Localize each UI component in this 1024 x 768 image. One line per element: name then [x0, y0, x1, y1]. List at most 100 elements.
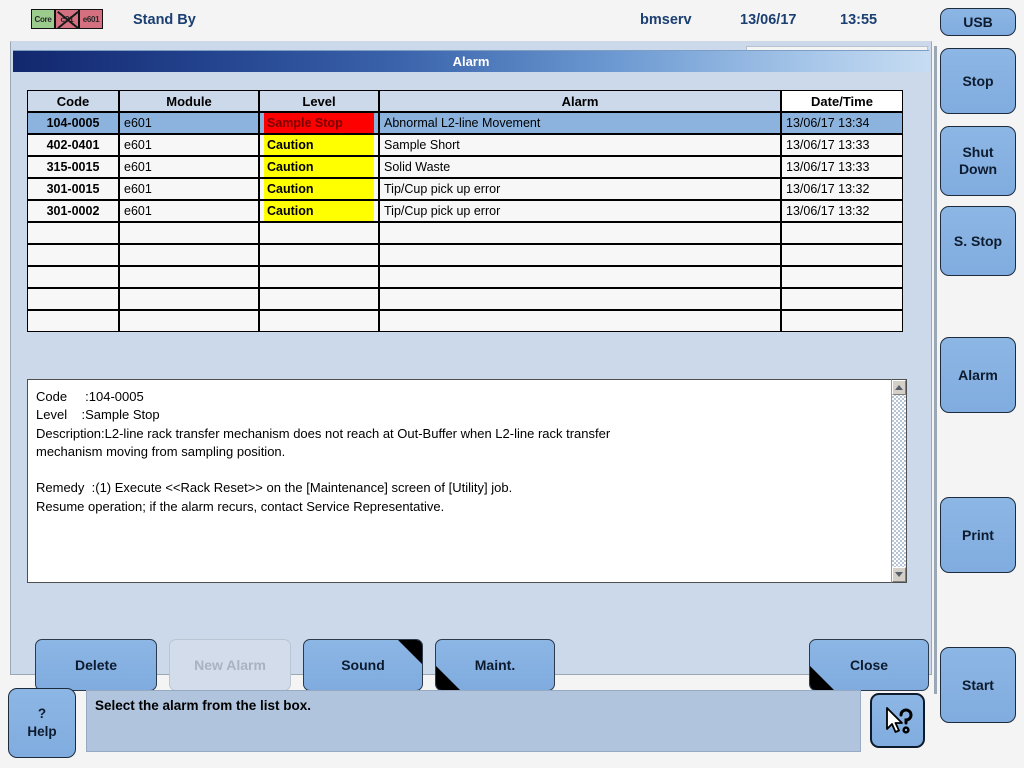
table-row[interactable]: [27, 222, 903, 244]
alarm-table-body: 104-0005 e601 Sample Stop Abnormal L2-line …: [27, 112, 903, 332]
description-text: Code :104-0005 Level :Sample Stop Descri…: [36, 389, 611, 514]
cell-code: [27, 310, 119, 332]
cell-datetime: [781, 288, 903, 310]
maintenance-button[interactable]: Maint.: [435, 639, 555, 691]
cell-code: 104-0005: [27, 112, 119, 134]
cell-datetime: 13/06/17 13:32: [781, 178, 903, 200]
sidebar-button-alarm[interactable]: Alarm: [940, 337, 1016, 413]
cell-alarm: Tip/Cup pick up error: [379, 178, 781, 200]
close-button[interactable]: Close: [809, 639, 929, 691]
level-badge: Caution: [264, 179, 374, 199]
sidebar-sstop-label: S. Stop: [953, 232, 1003, 249]
level-badge: Caution: [264, 201, 374, 221]
table-row[interactable]: 301-0015 e601 Caution Tip/Cup pick up error…: [27, 178, 903, 200]
cell-alarm: Solid Waste: [379, 156, 781, 178]
sidebar-button-print[interactable]: Print: [940, 497, 1016, 573]
status-message-box: Select the alarm from the list box.: [86, 690, 861, 752]
system-time: 13:55: [840, 12, 878, 28]
cell-code: [27, 244, 119, 266]
level-badge: Caution: [264, 135, 374, 155]
close-button-label: Close: [849, 657, 889, 673]
cell-level: Caution: [259, 134, 379, 156]
status-message-text: Select the alarm from the list box.: [95, 698, 312, 713]
column-header-module[interactable]: Module: [119, 90, 259, 112]
alarm-table-container[interactable]: Code Module Level Alarm Date/Time 104-00…: [27, 90, 903, 332]
cell-code: 301-0015: [27, 178, 119, 200]
sidebar-button-usb[interactable]: USB: [940, 8, 1016, 36]
description-textbox[interactable]: Code :104-0005 Level :Sample Stop Descri…: [27, 379, 903, 583]
cell-alarm: [379, 310, 781, 332]
cell-module: e601: [119, 178, 259, 200]
table-row[interactable]: 104-0005 e601 Sample Stop Abnormal L2-line …: [27, 112, 903, 134]
table-row[interactable]: [27, 266, 903, 288]
table-row[interactable]: 301-0002 e601 Caution Tip/Cup pick up error…: [27, 200, 903, 222]
maintenance-button-label: Maint.: [474, 657, 516, 673]
table-row[interactable]: [27, 310, 903, 332]
page-title: Alarm: [452, 54, 490, 69]
cell-module: e601: [119, 156, 259, 178]
table-row[interactable]: 315-0015 e601 Caution Solid Waste 13/06/17 1…: [27, 156, 903, 178]
cell-datetime: [781, 222, 903, 244]
level-badge: [264, 245, 374, 265]
cell-alarm: Abnormal L2-line Movement: [379, 112, 781, 134]
help-button[interactable]: ? Help: [8, 688, 76, 758]
cell-level: [259, 244, 379, 266]
sidebar-button-shutdown[interactable]: Shut Down: [940, 126, 1016, 196]
cursor-question-icon: [885, 706, 912, 734]
module-chip-e601[interactable]: e601: [79, 9, 103, 29]
column-header-level[interactable]: Level: [259, 90, 379, 112]
cell-alarm: Tip/Cup pick up error: [379, 200, 781, 222]
scroll-down-button[interactable]: [892, 567, 906, 582]
cell-datetime: [781, 244, 903, 266]
alarm-window-panel: Alarm Code Module Level Alarm Date/Time: [10, 41, 932, 691]
cell-code: [27, 288, 119, 310]
delete-button-label: Delete: [74, 657, 118, 673]
cell-datetime: [781, 310, 903, 332]
cell-level: [259, 222, 379, 244]
cell-alarm: [379, 222, 781, 244]
module-status-chips: Core c?1 e601: [31, 9, 103, 29]
cell-code: 402-0401: [27, 134, 119, 156]
cell-datetime: [781, 266, 903, 288]
column-header-alarm[interactable]: Alarm: [379, 90, 781, 112]
system-date: 13/06/17: [740, 12, 797, 28]
module-chip-core[interactable]: Core: [31, 9, 55, 29]
level-badge: [264, 223, 374, 243]
cell-alarm: Sample Short: [379, 134, 781, 156]
cell-code: [27, 222, 119, 244]
description-scrollbar[interactable]: [891, 379, 907, 583]
server-name: bmserv: [640, 12, 692, 28]
context-help-button[interactable]: [870, 693, 925, 748]
column-header-datetime[interactable]: Date/Time: [781, 90, 903, 112]
table-row[interactable]: [27, 288, 903, 310]
sidebar-button-start[interactable]: Start: [940, 647, 1016, 723]
sidebar-stop-label: Stop: [962, 72, 994, 89]
cell-level: Sample Stop: [259, 112, 379, 134]
sidebar-print-label: Print: [962, 526, 994, 543]
scroll-up-button[interactable]: [892, 380, 906, 395]
sidebar-usb-label: USB: [963, 13, 993, 30]
question-mark-icon: ?: [37, 706, 47, 721]
module-chip-disconnected[interactable]: c?1: [55, 9, 79, 29]
table-row[interactable]: [27, 244, 903, 266]
table-row[interactable]: 402-0401 e601 Caution Sample Short 13/06/17 …: [27, 134, 903, 156]
sidebar-button-stop[interactable]: Stop: [940, 48, 1016, 114]
cell-module: [119, 222, 259, 244]
sidebar-button-s-stop[interactable]: S. Stop: [940, 206, 1016, 276]
cell-datetime: 13/06/17 13:33: [781, 156, 903, 178]
delete-button[interactable]: Delete: [35, 639, 157, 691]
column-header-code[interactable]: Code: [27, 90, 119, 112]
alarm-table[interactable]: Code Module Level Alarm Date/Time 104-00…: [27, 90, 903, 332]
cell-level: [259, 266, 379, 288]
new-alarm-button-label: New Alarm: [194, 657, 266, 673]
cell-alarm: [379, 244, 781, 266]
top-status-bar: Core c?1 e601 Stand By bmserv 13/06/17 1…: [0, 0, 932, 42]
cell-alarm: [379, 266, 781, 288]
system-status-text: Stand By: [133, 12, 196, 28]
sound-button[interactable]: Sound: [303, 639, 423, 691]
cell-datetime: 13/06/17 13:32: [781, 200, 903, 222]
cell-level: [259, 310, 379, 332]
table-header-row: Code Module Level Alarm Date/Time: [27, 90, 903, 112]
level-badge: [264, 289, 374, 309]
sidebar-shutdown-label-2: Down: [958, 161, 998, 177]
